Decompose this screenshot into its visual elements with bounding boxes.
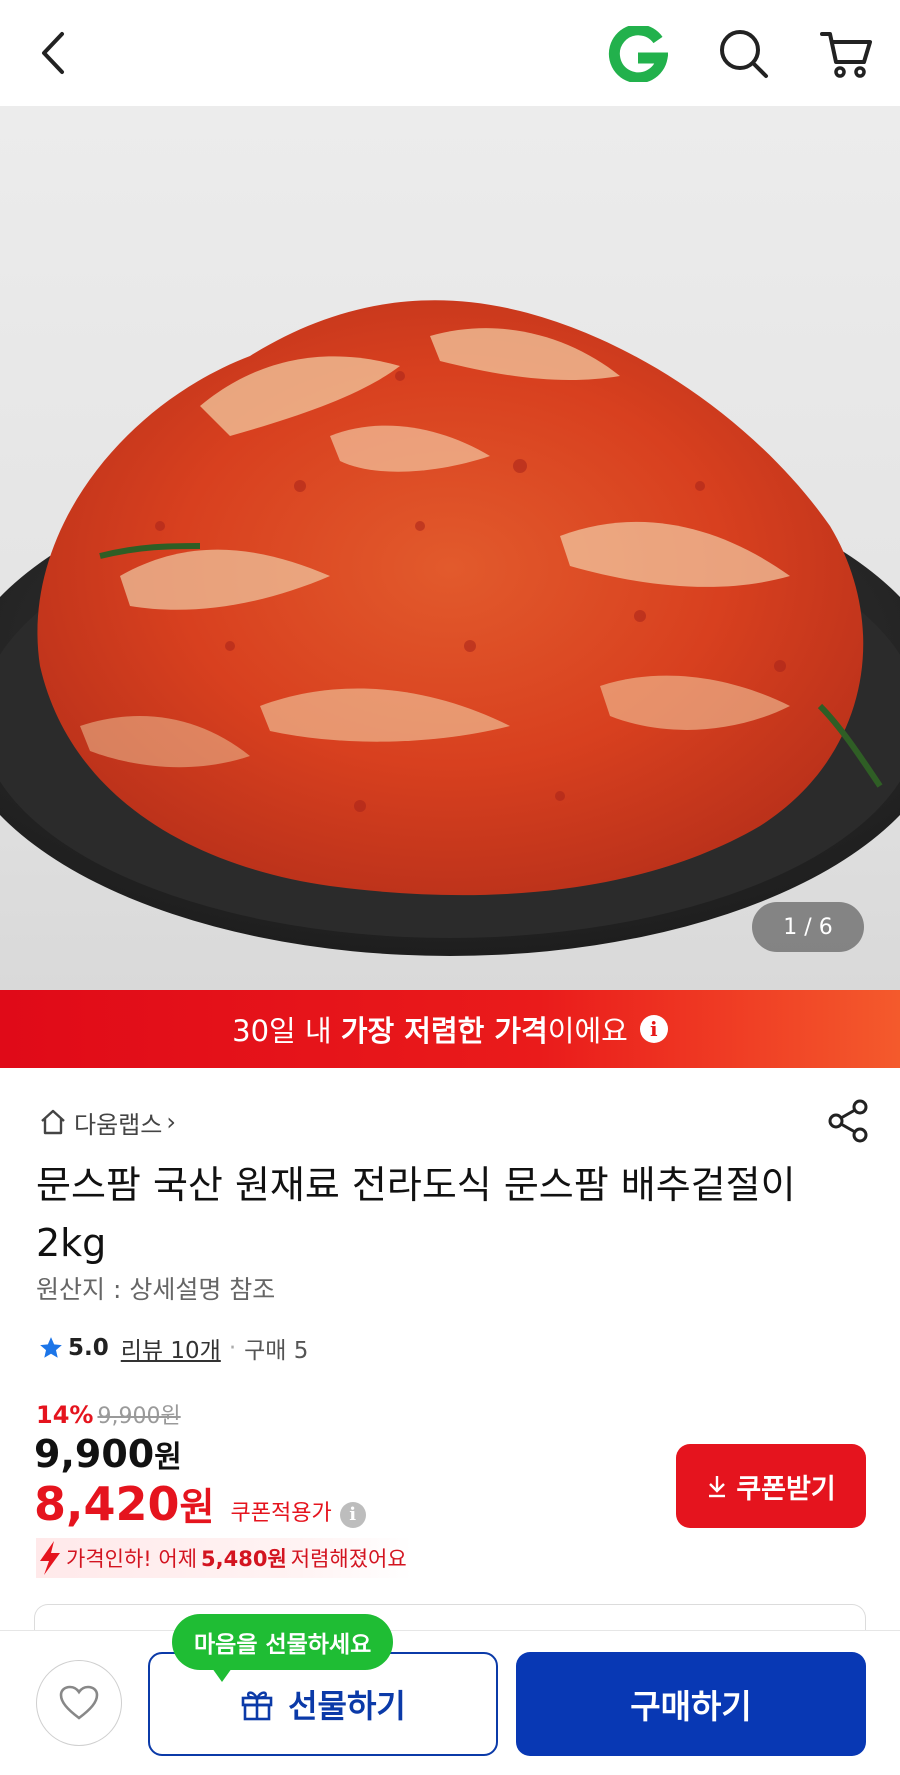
search-icon[interactable]: [716, 26, 772, 82]
banner-suffix: 이에요: [547, 1014, 628, 1048]
store-link[interactable]: 다움랩스 ›: [38, 1104, 176, 1140]
separator-dot: ·: [228, 1335, 237, 1361]
product-title: 문스팜 국산 원재료 전라도식 문스팜 배추겉절이 2kg: [36, 1163, 796, 1265]
rating-row: 5.0 리뷰 10개 · 구매 5: [38, 1330, 308, 1366]
chevron-right-icon: ›: [166, 1108, 176, 1136]
buy-button[interactable]: 구매하기: [516, 1652, 866, 1756]
gift-tooltip: 마음을 선물하세요: [172, 1614, 394, 1682]
price-drop-notice: 가격인하! 어제 5,480원 저렴해졌어요: [36, 1538, 412, 1578]
banner-prefix: 30일 내: [232, 1014, 341, 1048]
price-drop-prefix: 가격인하! 어제: [66, 1547, 198, 1571]
gift-button-label: 선물하기: [288, 1687, 406, 1725]
lowest-price-banner[interactable]: 30일 내 가장 저렴한 가격 이에요 i: [0, 990, 900, 1068]
price-drop-suffix: 저렴해졌어요: [290, 1547, 407, 1571]
tooltip-tail: [212, 1668, 232, 1682]
lightning-icon: [40, 1541, 60, 1575]
product-origin: 원산지 : 상세설명 참조: [36, 1275, 276, 1304]
product-image-gallery[interactable]: [0, 106, 900, 990]
share-icon[interactable]: [826, 1098, 872, 1144]
home-icon: [41, 1109, 65, 1135]
coupon-price-unit: 원: [179, 1485, 215, 1529]
download-icon: [709, 1476, 726, 1498]
coupon-price-number: 8,420: [34, 1477, 180, 1531]
heart-icon: [59, 1685, 99, 1720]
gift-icon: [241, 1691, 273, 1721]
top-bar: [0, 0, 900, 106]
price-drop-amount: 5,480원: [201, 1547, 287, 1571]
discount-percent: 14%: [36, 1401, 94, 1429]
image-counter: 1 / 6: [752, 902, 864, 952]
purchase-count: 구매 5: [244, 1338, 309, 1364]
product-photo: [0, 300, 900, 956]
gmarket-g-logo[interactable]: [608, 26, 668, 82]
star-icon: [40, 1337, 62, 1358]
cart-icon[interactable]: [818, 26, 874, 82]
sale-price: 9,900원: [34, 1432, 182, 1476]
coupon-button-label: 쿠폰받기: [736, 1473, 836, 1505]
coupon-price-label: 쿠폰적용가: [230, 1501, 332, 1526]
chevron-left-icon[interactable]: [34, 28, 74, 78]
gift-tooltip-text: 마음을 선물하세요: [194, 1632, 372, 1658]
sale-price-unit: 원: [154, 1440, 182, 1475]
info-icon[interactable]: i: [639, 1015, 668, 1043]
reviews-link[interactable]: 리뷰 10개: [121, 1331, 221, 1365]
coupon-price: 8,420 원 쿠폰적용가 i: [34, 1476, 366, 1531]
wishlist-button[interactable]: [36, 1660, 122, 1746]
rating-score: 5.0: [68, 1335, 109, 1361]
get-coupon-button[interactable]: 쿠폰받기: [676, 1444, 866, 1528]
banner-highlight: 가장 저렴한 가격: [340, 1014, 548, 1048]
sale-price-number: 9,900: [34, 1432, 155, 1476]
store-name: 다움랩스: [74, 1110, 163, 1139]
coupon-info-icon[interactable]: i: [339, 1501, 366, 1528]
original-price: 9,900원: [97, 1404, 181, 1429]
discount-row: 14% 9,900원: [36, 1398, 181, 1430]
